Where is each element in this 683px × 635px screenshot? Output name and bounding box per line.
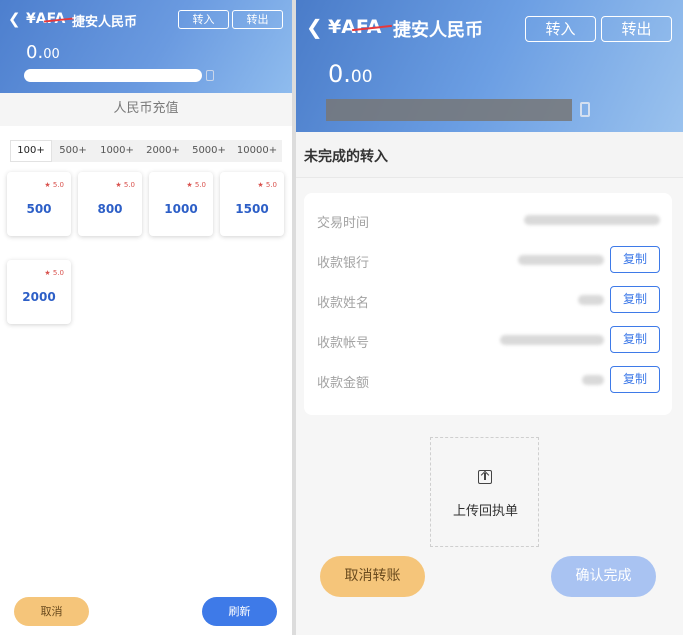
copy-button[interactable]: 复制: [610, 246, 660, 273]
copy-button[interactable]: 复制: [610, 286, 660, 313]
account-address-masked: [24, 69, 202, 82]
chip-1000[interactable]: 1000+: [94, 140, 140, 162]
brand-logo: ¥AFA: [328, 16, 392, 38]
chip-100[interactable]: 100+: [10, 140, 52, 162]
pending-transfer-screen: ❮ ¥AFA 捷安人民币 转入 转出 0.00 未完成的转入 交易时间 收款银行…: [296, 0, 683, 635]
chip-10000[interactable]: 10000+: [232, 140, 282, 162]
page-subtitle: 人民币充值: [0, 93, 292, 126]
card-amount: 500: [26, 202, 52, 216]
amount-filter-chips: 100+ 500+ 1000+ 2000+ 5000+ 10000+: [10, 140, 282, 162]
cancel-button[interactable]: 取消: [14, 597, 89, 626]
card-amount: 1000: [164, 202, 198, 216]
amount-card[interactable]: ★ 5.0 2000: [7, 260, 71, 324]
row-value-blurred: [582, 375, 604, 385]
header: ❮ ¥AFA 捷安人民币 转入 转出 0.00: [296, 0, 683, 132]
copy-icon[interactable]: [206, 70, 214, 81]
row-label: 收款金额: [317, 376, 370, 391]
chip-5000[interactable]: 5000+: [186, 140, 232, 162]
confirm-complete-button[interactable]: 确认完成: [551, 556, 656, 597]
row-label: 交易时间: [317, 216, 370, 231]
detail-row: 收款帐号 复制: [304, 325, 672, 355]
upload-icon: [478, 470, 492, 484]
transfer-out-button[interactable]: 转出: [601, 16, 672, 42]
amount-card[interactable]: ★ 5.0 800: [78, 172, 142, 236]
copy-button[interactable]: 复制: [610, 326, 660, 353]
account-address-masked: [326, 99, 572, 121]
app-screens: ❮ ¥AFA 捷安人民币 转入 转出 0.00 人民币充值 100+ 500+ …: [0, 0, 683, 635]
upload-label: 上传回执单: [452, 504, 518, 519]
amount-card[interactable]: ★ 5.0 1000: [149, 172, 213, 236]
row-value-blurred: [500, 335, 604, 345]
balance: 0.00: [328, 60, 373, 88]
rating: ★ 5.0: [115, 181, 135, 189]
copy-icon[interactable]: [580, 102, 590, 117]
row-label: 收款帐号: [317, 336, 370, 351]
detail-row: 交易时间: [304, 205, 672, 235]
amount-card[interactable]: ★ 5.0 500: [7, 172, 71, 236]
row-value-blurred: [518, 255, 604, 265]
row-label: 收款银行: [317, 256, 370, 271]
row-value-blurred: [524, 215, 660, 225]
row-value-blurred: [578, 295, 604, 305]
detail-row: 收款金额 复制: [304, 365, 672, 395]
transfer-details-card: 交易时间 收款银行 复制 收款姓名 复制 收款帐号 复制 收款金额 复制: [304, 193, 672, 415]
copy-button[interactable]: 复制: [610, 366, 660, 393]
upload-receipt-area[interactable]: 上传回执单: [430, 437, 539, 547]
header-title: 捷安人民币: [72, 15, 138, 30]
transfer-in-button[interactable]: 转入: [525, 16, 596, 42]
amount-card[interactable]: ★ 5.0 1500: [220, 172, 284, 236]
rating: ★ 5.0: [44, 269, 64, 277]
transfer-in-button[interactable]: 转入: [178, 10, 229, 29]
back-chevron-icon[interactable]: ❮: [306, 15, 323, 39]
refresh-button[interactable]: 刷新: [202, 597, 277, 626]
card-amount: 800: [97, 202, 123, 216]
section-title: 未完成的转入: [304, 149, 388, 165]
header: ❮ ¥AFA 捷安人民币 转入 转出 0.00: [0, 0, 292, 93]
chip-2000[interactable]: 2000+: [140, 140, 186, 162]
back-chevron-icon[interactable]: ❮: [8, 10, 21, 28]
detail-row: 收款银行 复制: [304, 245, 672, 275]
rating: ★ 5.0: [186, 181, 206, 189]
detail-row: 收款姓名 复制: [304, 285, 672, 315]
recharge-screen: ❮ ¥AFA 捷安人民币 转入 转出 0.00 人民币充值 100+ 500+ …: [0, 0, 292, 635]
card-amount: 1500: [235, 202, 269, 216]
section-header: 未完成的转入: [296, 132, 683, 178]
cancel-transfer-button[interactable]: 取消转账: [320, 556, 425, 597]
brand-logo: ¥AFA: [26, 11, 75, 27]
rating: ★ 5.0: [44, 181, 64, 189]
card-amount: 2000: [22, 290, 56, 304]
header-title: 捷安人民币: [393, 20, 483, 41]
balance: 0.00: [26, 42, 60, 63]
chip-500[interactable]: 500+: [52, 140, 94, 162]
rating: ★ 5.0: [257, 181, 277, 189]
transfer-out-button[interactable]: 转出: [232, 10, 283, 29]
row-label: 收款姓名: [317, 296, 370, 311]
